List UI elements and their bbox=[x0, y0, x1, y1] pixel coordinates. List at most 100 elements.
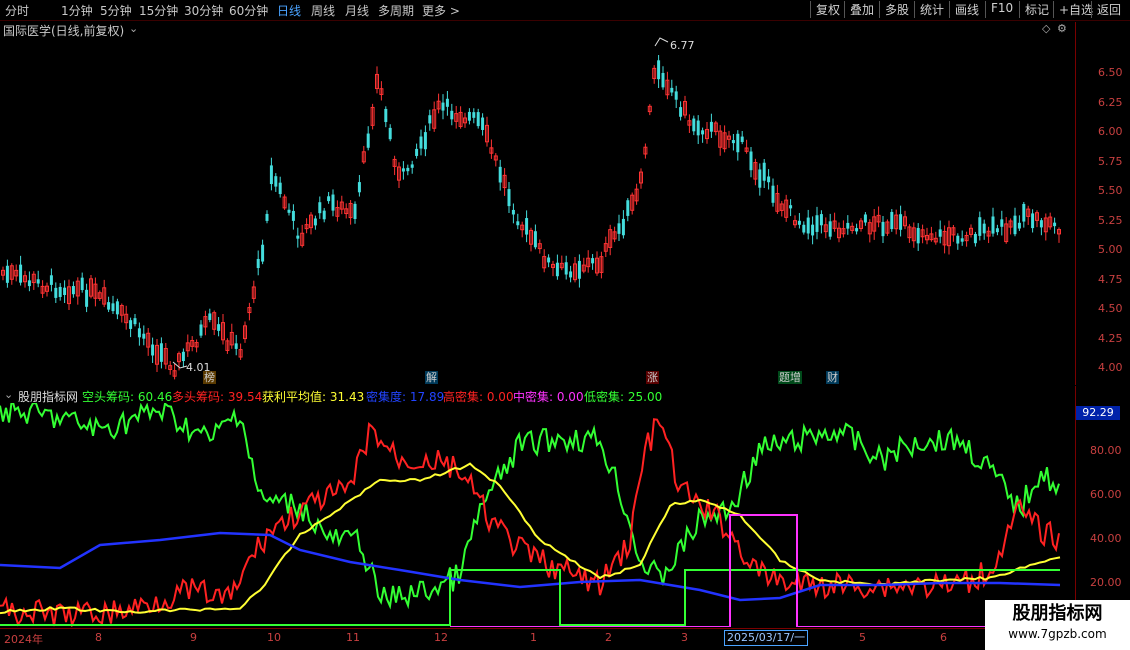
date-label: 2024年 bbox=[4, 633, 43, 646]
candle-body bbox=[388, 127, 392, 140]
indicator-chart[interactable] bbox=[0, 403, 1075, 627]
watermark-title: 股朋指标网 bbox=[1012, 603, 1103, 624]
date-label: 2 bbox=[605, 631, 612, 644]
candle-body bbox=[313, 218, 317, 226]
indicator-tick: 80.00 bbox=[1090, 444, 1122, 457]
add-watchlist-button[interactable]: +自选 bbox=[1053, 1, 1093, 18]
price-tick: 5.00 bbox=[1098, 243, 1123, 256]
candle-body bbox=[525, 218, 529, 235]
candle-body bbox=[736, 133, 740, 153]
candle-body bbox=[899, 214, 903, 230]
back-button[interactable]: 返回 bbox=[1091, 1, 1121, 18]
short-chip-line bbox=[0, 403, 1060, 610]
candle-body bbox=[357, 182, 361, 193]
date-label: 5 bbox=[859, 631, 866, 644]
candle-body bbox=[516, 221, 520, 226]
candle-body bbox=[661, 72, 665, 88]
candle-body bbox=[569, 271, 573, 278]
candle-body bbox=[58, 286, 62, 297]
price-tick: 5.25 bbox=[1098, 214, 1123, 227]
candle-body bbox=[511, 209, 515, 215]
candle-body bbox=[481, 117, 485, 130]
tab-30min[interactable]: 30分钟 bbox=[184, 2, 223, 19]
tab-more[interactable]: 更多 > bbox=[422, 2, 460, 19]
candle-body bbox=[5, 265, 9, 283]
candle-body bbox=[27, 280, 31, 287]
candle-body bbox=[401, 168, 405, 172]
candle-body bbox=[740, 136, 744, 143]
indicator-tick: 60.00 bbox=[1090, 488, 1122, 501]
price-axis-line bbox=[1075, 22, 1076, 385]
price-tick: 5.50 bbox=[1098, 184, 1123, 197]
overlay-button[interactable]: 叠加 bbox=[844, 1, 874, 18]
f10-button[interactable]: F10 bbox=[985, 1, 1013, 18]
candle-body bbox=[863, 214, 867, 223]
candle-body bbox=[731, 140, 735, 144]
kline-chart[interactable] bbox=[0, 22, 1075, 385]
candle-body bbox=[410, 164, 414, 168]
draw-line-button[interactable]: 画线 bbox=[949, 1, 979, 18]
candle-body bbox=[696, 120, 700, 136]
candle-body bbox=[1017, 222, 1021, 229]
high-price-label: 6.77 bbox=[670, 39, 695, 52]
price-tick: 6.50 bbox=[1098, 66, 1123, 79]
collapse-icon[interactable]: ⌄ bbox=[4, 388, 13, 401]
candle-body bbox=[419, 136, 423, 149]
candle-body bbox=[445, 98, 449, 107]
high-marker bbox=[654, 37, 669, 47]
toolbar: 分时 1分钟 5分钟 15分钟 30分钟 60分钟 日线 周线 月线 多周期 更… bbox=[0, 0, 1130, 21]
tab-60min[interactable]: 60分钟 bbox=[229, 2, 268, 19]
candle-body bbox=[973, 233, 977, 244]
candle-body bbox=[261, 244, 265, 262]
candle-body bbox=[621, 218, 625, 236]
candle-body bbox=[679, 107, 683, 117]
stats-button[interactable]: 统计 bbox=[914, 1, 944, 18]
event-cai[interactable]: 财 bbox=[826, 371, 839, 384]
candle-body bbox=[151, 344, 155, 356]
price-tick: 4.75 bbox=[1098, 273, 1123, 286]
tab-monthly[interactable]: 月线 bbox=[345, 2, 369, 19]
event-tizeng[interactable]: 题增 bbox=[778, 371, 802, 384]
tab-fenshi[interactable]: 分时 bbox=[5, 2, 29, 19]
tab-multi-period[interactable]: 多周期 bbox=[378, 2, 414, 19]
candle-body bbox=[617, 223, 621, 234]
event-jie[interactable]: 解 bbox=[425, 371, 438, 384]
tab-15min[interactable]: 15分钟 bbox=[139, 2, 178, 19]
candle-body bbox=[80, 277, 84, 291]
candle-body bbox=[269, 165, 273, 185]
tab-weekly[interactable]: 周线 bbox=[311, 2, 335, 19]
candle-body bbox=[472, 112, 476, 118]
candle-body bbox=[960, 238, 964, 242]
candle-body bbox=[1039, 220, 1043, 228]
current-value-badge: 92.29 bbox=[1076, 406, 1120, 420]
candle-body bbox=[507, 189, 511, 207]
candle-body bbox=[797, 220, 801, 225]
price-tick: 5.75 bbox=[1098, 155, 1123, 168]
candle-body bbox=[159, 343, 163, 362]
candle-body bbox=[771, 185, 775, 203]
candle-body bbox=[956, 235, 960, 244]
candle-body bbox=[366, 133, 370, 148]
event-bang[interactable]: 榜 bbox=[203, 371, 216, 384]
candle-body bbox=[890, 211, 894, 230]
tab-daily[interactable]: 日线 bbox=[277, 2, 301, 19]
event-zhang[interactable]: 涨 bbox=[646, 371, 659, 384]
mark-button[interactable]: 标记 bbox=[1019, 1, 1049, 18]
candle-body bbox=[265, 213, 269, 221]
candle-body bbox=[278, 182, 282, 195]
long-chip-line bbox=[0, 418, 1060, 627]
candle-body bbox=[318, 202, 322, 214]
tab-5min[interactable]: 5分钟 bbox=[100, 2, 132, 19]
candle-body bbox=[555, 262, 559, 277]
candle-body bbox=[287, 209, 291, 213]
price-tick: 6.00 bbox=[1098, 125, 1123, 138]
candle-body bbox=[674, 91, 678, 100]
candle-body bbox=[533, 231, 537, 248]
candle-body bbox=[670, 87, 674, 93]
candle-body bbox=[657, 60, 661, 80]
fuquan-button[interactable]: 复权 bbox=[810, 1, 840, 18]
multi-stock-button[interactable]: 多股 bbox=[879, 1, 909, 18]
candle-body bbox=[762, 162, 766, 181]
tab-1min[interactable]: 1分钟 bbox=[61, 2, 93, 19]
candle-body bbox=[63, 287, 67, 296]
